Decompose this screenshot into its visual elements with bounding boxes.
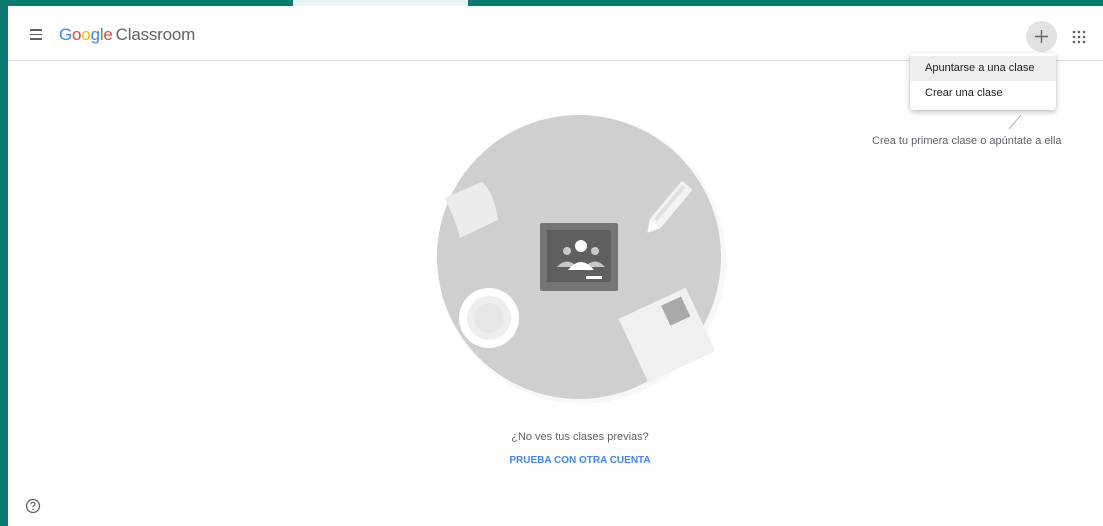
hint-text: Crea tu primera clase o apúntate a ella (872, 135, 1062, 147)
logo-letter: g (90, 25, 100, 44)
menu-item-create-class[interactable]: Crear una clase (910, 81, 1056, 106)
plus-icon (1035, 30, 1048, 43)
previous-classes-prompt: ¿No ves tus clases previas? (511, 431, 649, 443)
hamburger-menu-icon[interactable] (24, 22, 48, 46)
help-icon[interactable] (24, 497, 42, 515)
logo-letter: o (72, 25, 82, 44)
google-classroom-logo[interactable]: Google Classroom (59, 25, 195, 45)
product-name: Classroom (115, 25, 196, 44)
apps-grid-icon[interactable] (1070, 28, 1088, 46)
logo-letter: o (81, 25, 91, 44)
add-class-button[interactable] (1026, 21, 1057, 52)
menu-item-join-class[interactable]: Apuntarse a una clase (910, 56, 1056, 81)
add-class-menu: Apuntarse a una clase Crear una clase (910, 53, 1056, 110)
try-another-account-link[interactable]: PRUEBA CON OTRA CUENTA (0, 455, 1103, 466)
empty-classroom-illustration (437, 115, 726, 404)
logo-letter: e (103, 25, 113, 44)
logo-letter: G (59, 25, 73, 44)
hint-pointer-line (1008, 114, 1022, 130)
